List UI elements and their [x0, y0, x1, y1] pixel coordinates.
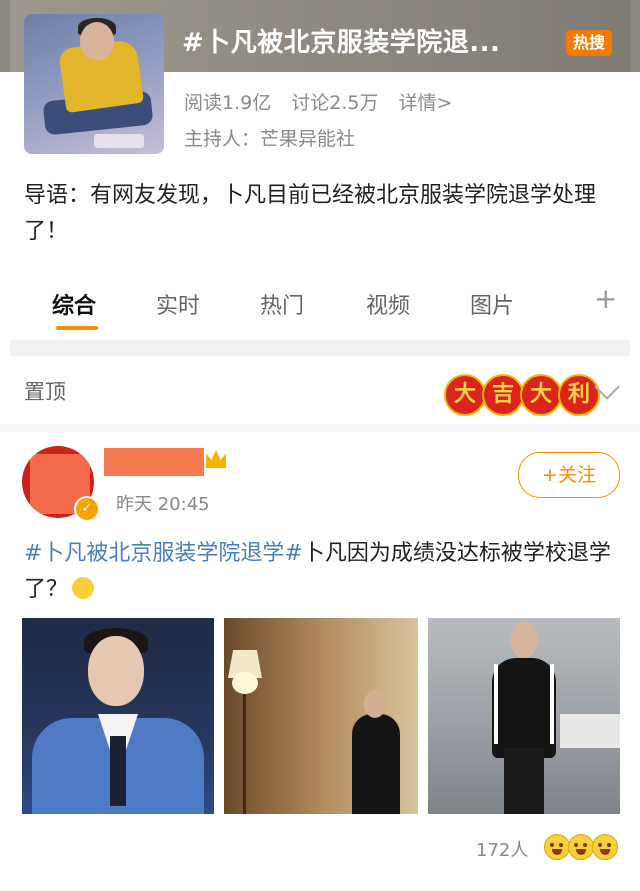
topic-title: #卜凡被北京服装学院退... [182, 28, 501, 58]
pinned-label: 置顶 [24, 380, 66, 404]
follow-button[interactable]: +关注 [518, 452, 620, 498]
crown-icon [206, 450, 226, 468]
grin-emoji-icon [592, 834, 618, 860]
section-divider [10, 340, 630, 356]
emoji-icon [72, 577, 95, 599]
tab-bar: 综合 实时 热门 视频 图片 + [0, 264, 640, 340]
post-photo[interactable] [224, 618, 418, 814]
tab-comprehensive[interactable]: 综合 [52, 288, 96, 320]
lucky-char: 大 [444, 374, 486, 416]
lucky-banner[interactable]: 大吉大利 [444, 374, 600, 416]
post-photo[interactable] [428, 618, 620, 814]
lucky-char: 大 [520, 374, 562, 416]
tab-pictures[interactable]: 图片 [470, 288, 514, 320]
read-count: 阅读1.9亿 [184, 92, 272, 114]
reaction-count[interactable]: 172人 [476, 836, 528, 862]
post-content: #卜凡被北京服装学院退学#卜凡因为成绩没达标被学校退学了？ [24, 536, 624, 608]
surprised-emoji-icon [568, 834, 594, 860]
topic-host[interactable]: 主持人：芒果异能社 [184, 124, 355, 151]
photo-grid [22, 618, 620, 814]
pinned-row[interactable]: 置顶 大吉大利 [0, 356, 640, 425]
username-redacted[interactable] [104, 448, 204, 476]
post-photo[interactable] [22, 618, 214, 814]
discussion-count: 讨论2.5万 [291, 92, 379, 114]
post-timestamp: 昨天 20:45 [116, 494, 210, 515]
laugh-emoji-icon [544, 834, 570, 860]
lucky-char: 利 [558, 374, 600, 416]
add-tab-button[interactable]: + [594, 282, 617, 315]
tab-hot[interactable]: 热门 [260, 288, 304, 320]
lucky-char: 吉 [482, 374, 524, 416]
details-link[interactable]: 详情> [399, 92, 453, 114]
tab-realtime[interactable]: 实时 [156, 288, 200, 320]
topic-intro: 导语：有网友发现，卜凡目前已经被北京服装学院退学处理了！ [24, 183, 597, 244]
hashtag-link[interactable]: #卜凡被北京服装学院退学# [24, 541, 303, 566]
verified-icon: ✓ [74, 496, 100, 522]
hot-search-badge: 热搜 [566, 30, 612, 56]
active-tab-indicator [56, 326, 98, 330]
topic-stats: 阅读1.9亿 讨论2.5万 详情> [184, 88, 466, 115]
topic-cover-image [24, 14, 164, 154]
section-divider [0, 424, 640, 432]
tab-video[interactable]: 视频 [366, 288, 410, 320]
